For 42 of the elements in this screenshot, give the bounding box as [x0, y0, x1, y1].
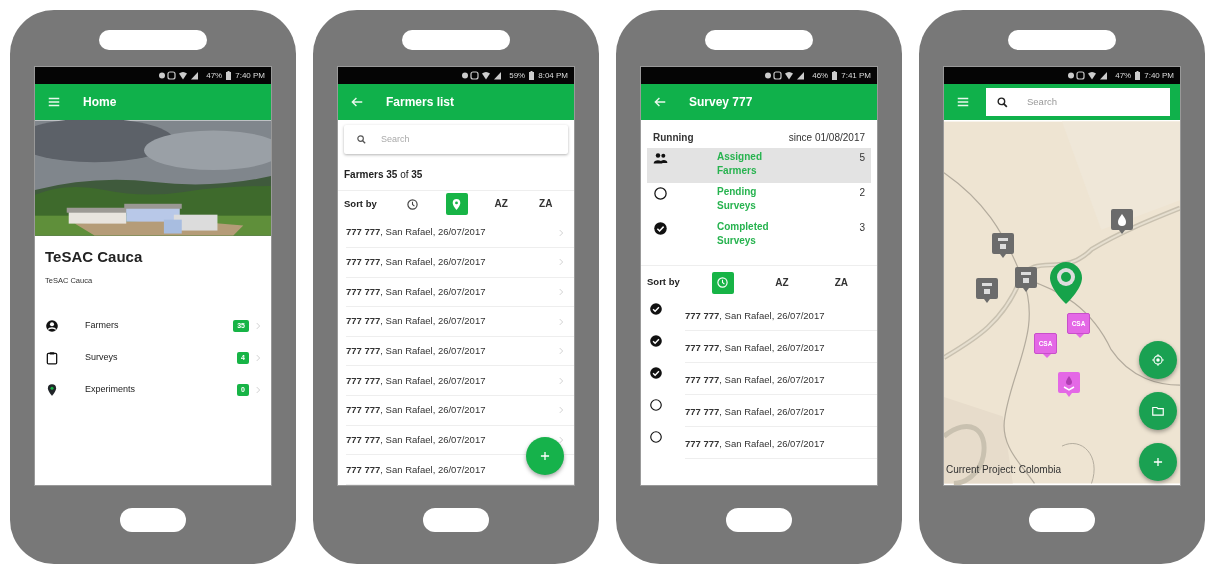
screen-title: Farmers list: [386, 94, 455, 111]
survey-entry[interactable]: 777 777, San Rafael, 26/07/2017: [685, 331, 877, 363]
battery-level: 59%: [509, 69, 526, 82]
farmer-entry[interactable]: 777 777, San Rafael, 26/07/2017: [346, 462, 486, 477]
farmer-entry[interactable]: 777 777, San Rafael, 26/07/2017: [346, 225, 486, 240]
survey-entry[interactable]: 777 777, San Rafael, 26/07/2017: [685, 427, 877, 459]
stat-row[interactable]: Pending Surveys 2: [647, 183, 871, 218]
farmer-entry[interactable]: 777 777, San Rafael, 26/07/2017: [346, 432, 486, 448]
clock-time: 7:40 PM: [235, 69, 265, 82]
sort-option[interactable]: ZA: [534, 193, 557, 216]
screen-title: Home: [83, 94, 117, 111]
sort-option[interactable]: ZA: [830, 271, 853, 294]
farmer-entry[interactable]: 777 777, San Rafael, 26/07/2017: [346, 255, 486, 270]
sort-label: Sort by: [344, 197, 378, 212]
survey-status: Running: [653, 131, 694, 145]
farmer-entry[interactable]: 777 777, San Rafael, 26/07/2017: [346, 373, 486, 388]
clock-time: 8:04 PM: [538, 69, 568, 82]
search-field[interactable]: Search: [379, 131, 529, 148]
search-box[interactable]: Search: [344, 125, 568, 154]
sort-option[interactable]: AZ: [771, 271, 793, 294]
project-title: TeSAC Cauca: [45, 247, 144, 267]
sort-label: Sort by: [647, 275, 681, 290]
battery-level: 47%: [206, 69, 223, 82]
farmer-entry[interactable]: 777 777, San Rafael, 26/07/2017: [346, 403, 486, 418]
survey-date: since 01/08/2017: [788, 131, 865, 145]
farmer-entry[interactable]: 777 777, San Rafael, 26/07/2017: [346, 284, 486, 299]
battery-level: 47%: [1115, 69, 1132, 82]
battery-level: 46%: [812, 69, 829, 82]
farmer-entry[interactable]: 777 777, San Rafael, 26/07/2017: [346, 344, 486, 359]
farmer-entry[interactable]: 777 777, San Rafael, 26/07/2017: [346, 314, 486, 329]
survey-entry[interactable]: 777 777, San Rafael, 26/07/2017: [685, 299, 877, 331]
stat-row[interactable]: Assigned Farmers 5: [647, 148, 871, 183]
search-box[interactable]: Search: [986, 88, 1170, 116]
clock-time: 7:41 PM: [841, 69, 871, 82]
stat-row[interactable]: Completed Surveys 3: [647, 218, 871, 253]
sort-option[interactable]: AZ: [490, 193, 513, 216]
clock-time: 7:40 PM: [1144, 69, 1174, 82]
survey-entry[interactable]: 777 777, San Rafael, 26/07/2017: [685, 395, 877, 427]
survey-entry[interactable]: 777 777, San Rafael, 26/07/2017: [685, 363, 877, 395]
current-project-label: Current Project: Colombia: [946, 463, 1062, 477]
farmer-count: Farmers 35 of 35: [338, 158, 574, 191]
screen-title: Survey 777: [689, 94, 753, 111]
